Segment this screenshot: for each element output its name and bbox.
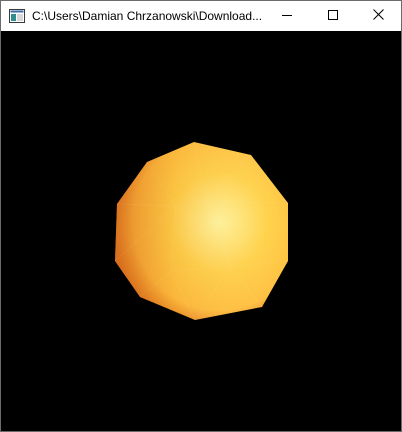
render-viewport[interactable] <box>1 31 401 431</box>
window-title: C:\Users\Damian Chrzanowski\Download... <box>32 9 263 23</box>
maximize-icon <box>328 9 338 23</box>
close-icon <box>372 9 384 23</box>
minimize-icon <box>282 9 292 23</box>
shaded-polyhedron-sphere <box>114 141 289 322</box>
minimize-button[interactable] <box>264 1 310 31</box>
console-app-icon <box>9 9 25 23</box>
app-window: C:\Users\Damian Chrzanowski\Download... <box>0 0 402 432</box>
title-bar[interactable]: C:\Users\Damian Chrzanowski\Download... <box>1 1 401 31</box>
maximize-button[interactable] <box>310 1 356 31</box>
render-canvas <box>114 141 289 322</box>
close-button[interactable] <box>355 1 401 31</box>
